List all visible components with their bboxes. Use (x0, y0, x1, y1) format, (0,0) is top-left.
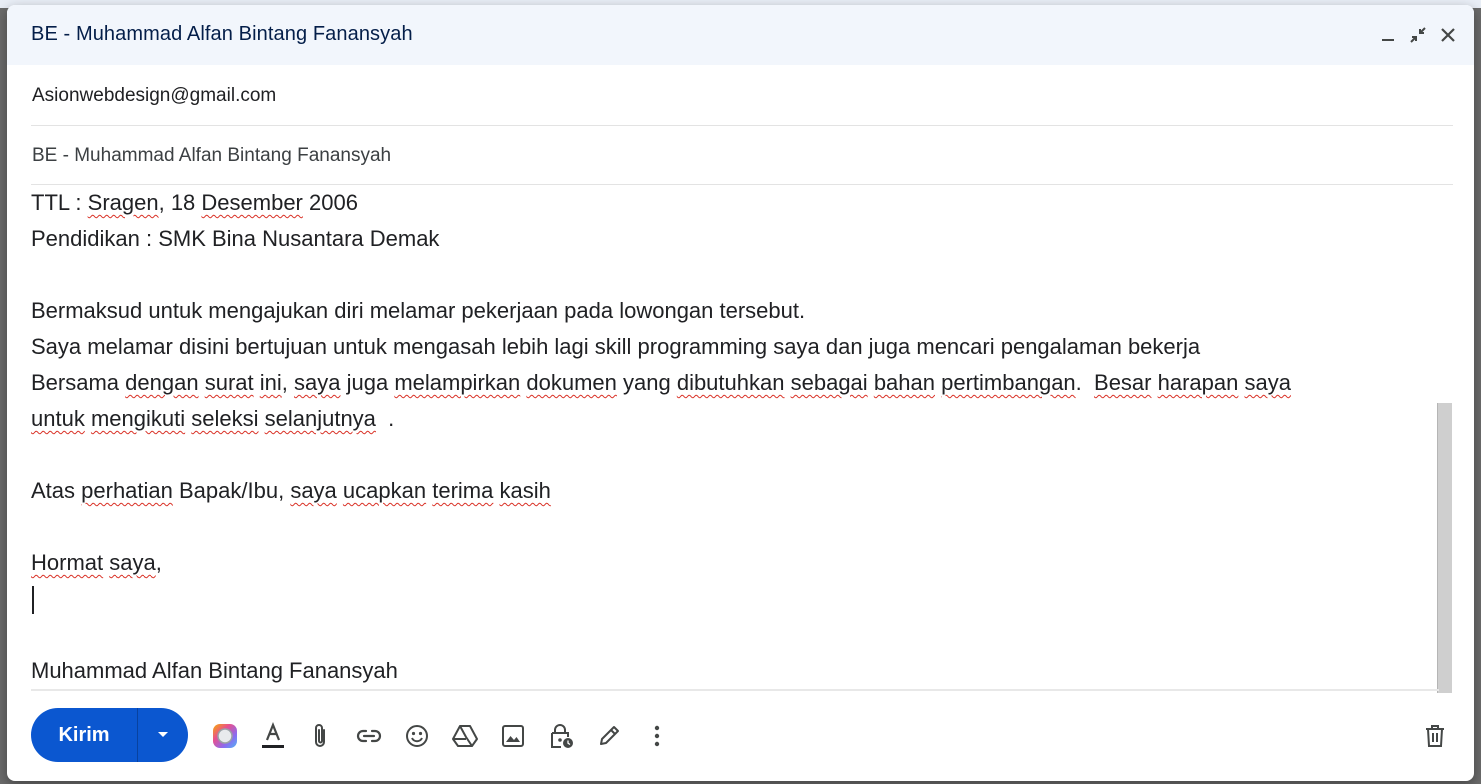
compose-toolbar: Kirim (31, 708, 1453, 762)
body-line-closing: Hormat saya, (31, 550, 162, 575)
confidential-mode-button[interactable] (537, 720, 585, 752)
insert-photo-button[interactable] (489, 720, 537, 752)
send-button-group: Kirim (31, 708, 188, 762)
body-line-blank (31, 437, 1431, 473)
more-options-button[interactable] (633, 720, 681, 752)
send-button[interactable]: Kirim (31, 708, 138, 762)
body-line-cursor (31, 581, 1431, 617)
body-line-purpose: Saya melamar disini bertujuan untuk meng… (31, 334, 1201, 359)
recipient-address: Asionwebdesign@gmail.com (32, 85, 277, 106)
body-line-intent: Bermaksud untuk mengajukan diri melamar … (31, 298, 806, 323)
compose-header[interactable]: BE - Muhammad Alfan Bintang Fanansyah (7, 5, 1474, 65)
emoji-button[interactable] (393, 720, 441, 752)
body-line-blank (31, 509, 1431, 545)
drive-button[interactable] (441, 720, 489, 752)
body-line-thanks: Atas perhatian Bapak/Ibu, saya ucapkan t… (31, 478, 551, 503)
gemini-icon (213, 724, 237, 748)
close-icon (1441, 28, 1455, 42)
more-options-icon (654, 725, 660, 747)
insert-signature-button[interactable] (585, 720, 633, 752)
exit-fullscreen-button[interactable] (1408, 23, 1428, 47)
body-line-pendidikan: Pendidikan : SMK Bina Nusantara Demak (31, 226, 440, 251)
compose-window: BE - Muhammad Alfan Bintang Fanansyah As… (7, 5, 1474, 781)
text-cursor (32, 586, 34, 615)
toolbar-divider (31, 689, 1439, 691)
exit-fullscreen-icon (1410, 27, 1426, 43)
text-format-button[interactable] (249, 720, 297, 752)
subject-field[interactable]: BE - Muhammad Alfan Bintang Fanansyah (31, 125, 1453, 185)
attach-icon (315, 724, 325, 747)
attach-button[interactable] (297, 720, 345, 752)
text-format-icon (262, 722, 284, 748)
message-body[interactable]: TTL : Sragen, 18 Desember 2006 Pendidika… (31, 185, 1431, 690)
gemini-button[interactable] (201, 720, 249, 752)
body-line-selection: untuk mengikuti seleksi selanjutnya . (31, 406, 395, 431)
close-button[interactable] (1438, 23, 1458, 47)
send-options-icon (158, 732, 168, 737)
image-icon (502, 725, 524, 747)
body-scrollbar[interactable] (1437, 403, 1452, 693)
compose-title: BE - Muhammad Alfan Bintang Fanansyah (31, 23, 413, 45)
link-icon (356, 729, 382, 743)
body-line-blank (31, 257, 1431, 293)
body-line-ttl: TTL : Sragen, 18 Desember 2006 (31, 190, 358, 215)
insert-link-button[interactable] (345, 720, 393, 752)
drive-icon (452, 725, 478, 747)
discard-draft-button[interactable] (1419, 720, 1451, 752)
recipients-field[interactable]: Asionwebdesign@gmail.com (31, 65, 1453, 126)
formatting-tools (201, 720, 681, 752)
signature-icon (600, 726, 619, 745)
body-line-blank (31, 617, 1431, 653)
minimize-icon (1382, 39, 1394, 41)
header-actions (1378, 23, 1458, 47)
confidential-icon (551, 724, 573, 748)
send-options-button[interactable] (138, 708, 188, 762)
body-line-attachment: Bersama dengan surat ini, saya juga mela… (31, 370, 1291, 395)
emoji-icon (406, 725, 428, 747)
subject-text: BE - Muhammad Alfan Bintang Fanansyah (32, 145, 392, 166)
body-line-signature: Muhammad Alfan Bintang Fanansyah (31, 658, 398, 683)
trash-icon (1426, 725, 1444, 747)
minimize-button[interactable] (1378, 23, 1398, 47)
